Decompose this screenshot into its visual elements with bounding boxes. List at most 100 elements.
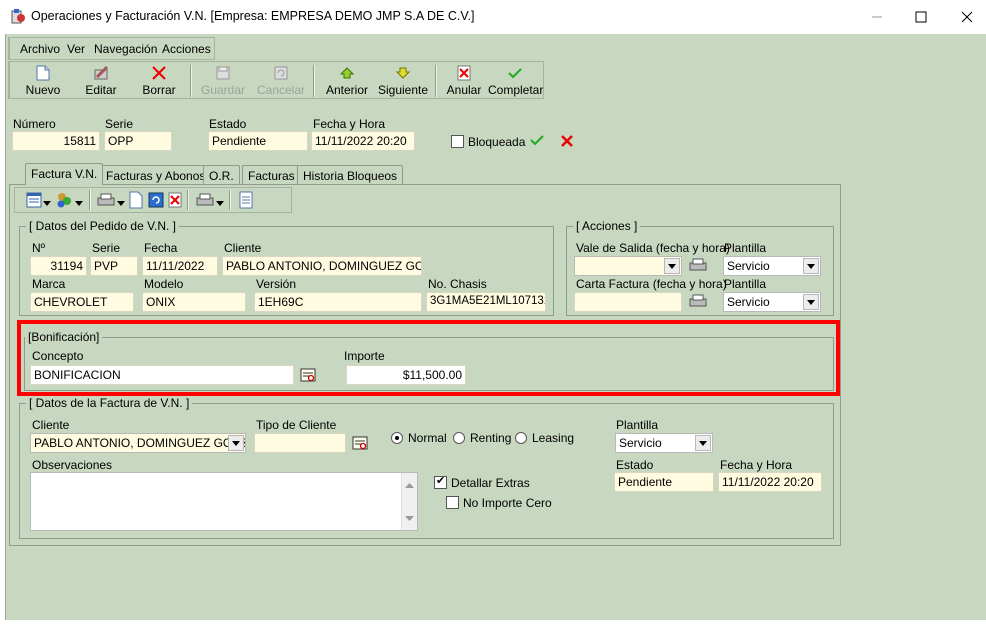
editar-button[interactable]: Editar	[78, 64, 124, 98]
pedido-cliente-label: Cliente	[224, 241, 262, 255]
completar-button[interactable]: Completar	[488, 64, 543, 98]
scroll-up-icon[interactable]	[405, 478, 414, 492]
nuevo-button[interactable]: Nuevo	[20, 64, 66, 98]
carta-factura-label: Carta Factura (fecha y hora)	[576, 277, 727, 291]
fecha-hora-field[interactable]: 11/11/2022 20:20	[311, 131, 415, 151]
factura-plantilla-combo[interactable]: Servicio	[615, 433, 713, 453]
menu-archivo[interactable]: Archivo	[20, 42, 60, 56]
confirm-check-icon[interactable]	[530, 134, 544, 149]
close-button[interactable]	[944, 0, 986, 34]
print-icon[interactable]	[689, 294, 707, 311]
carta-factura-field[interactable]	[574, 292, 682, 312]
radio-renting[interactable]	[453, 432, 465, 444]
cancel-x-icon[interactable]	[560, 134, 574, 151]
pedido-no-field[interactable]: 31194	[30, 256, 87, 276]
chevron-down-icon[interactable]	[803, 294, 819, 310]
radio-leasing-label: Leasing	[532, 431, 575, 445]
chevron-down-icon[interactable]	[695, 435, 711, 451]
document-icon[interactable]	[129, 191, 143, 212]
factura-cliente-combo[interactable]: PABLO ANTONIO, DOMINGUEZ GONZ	[30, 433, 246, 453]
toolbar-separator	[229, 190, 231, 210]
lookup-icon[interactable]	[300, 367, 316, 386]
chevron-down-icon[interactable]	[216, 196, 224, 210]
tipo-cliente-field[interactable]	[254, 433, 346, 453]
people-icon[interactable]	[55, 191, 73, 212]
guardar-button[interactable]: Guardar	[200, 64, 246, 98]
report-icon[interactable]	[239, 191, 253, 212]
delete-document-icon[interactable]	[168, 192, 182, 211]
lookup-icon[interactable]	[352, 435, 368, 454]
detallar-extras-checkbox[interactable]	[434, 474, 447, 489]
delete-x-icon	[136, 64, 182, 82]
tab-facturas[interactable]: Facturas	[242, 165, 301, 185]
refresh-icon[interactable]	[148, 192, 164, 211]
bloqueada-checkbox[interactable]	[451, 135, 464, 148]
plantilla1-combo[interactable]: Servicio	[723, 256, 821, 276]
radio-leasing[interactable]	[515, 432, 527, 444]
print-icon[interactable]	[689, 258, 707, 275]
menu-acciones[interactable]: Acciones	[162, 42, 211, 56]
menu-ver[interactable]: Ver	[67, 42, 85, 56]
chevron-down-icon[interactable]	[75, 196, 83, 210]
marca-field[interactable]: CHEVROLET	[30, 292, 134, 312]
modelo-label: Modelo	[144, 277, 184, 291]
menu-navegacion[interactable]: Navegación	[94, 42, 157, 56]
minimize-button[interactable]	[854, 0, 900, 34]
chevron-down-icon[interactable]	[43, 196, 51, 210]
no-importe-cero-checkbox[interactable]	[446, 496, 459, 509]
chevron-down-icon[interactable]	[117, 196, 125, 210]
factura-estado-field[interactable]: Pendiente	[614, 472, 714, 492]
tab-factura-vn[interactable]: Factura V.N.	[25, 163, 104, 185]
borrar-button[interactable]: Borrar	[136, 64, 182, 98]
bloqueada-label: Bloqueada	[468, 135, 526, 149]
serie-label: Serie	[105, 117, 134, 131]
concepto-label: Concepto	[32, 349, 84, 363]
modelo-field[interactable]: ONIX	[142, 292, 246, 312]
pedido-group-title: [ Datos del Pedido de V.N. ]	[26, 219, 179, 233]
factura-plantilla-value: Servicio	[619, 436, 662, 450]
siguiente-label: Siguiente	[378, 83, 429, 97]
radio-renting-label: Renting	[470, 431, 512, 445]
inner-toolbar	[14, 187, 292, 213]
check-icon	[488, 64, 542, 82]
pedido-cliente-field[interactable]: PABLO ANTONIO, DOMINGUEZ GONZA	[222, 256, 422, 276]
tab-facturas-abonos[interactable]: Facturas y Abonos	[100, 165, 212, 185]
pedido-fecha-field[interactable]: 11/11/2022	[142, 256, 218, 276]
anular-button[interactable]: Anular	[444, 64, 484, 98]
menu-bar: Archivo Ver Navegación Acciones	[8, 37, 215, 60]
pedido-no-label: Nº	[32, 241, 46, 255]
print-icon[interactable]	[196, 193, 214, 210]
plantilla2-combo[interactable]: Servicio	[723, 292, 821, 312]
serie-field[interactable]: OPP	[104, 131, 172, 151]
importe-field[interactable]: $11,500.00	[346, 365, 466, 385]
anterior-button[interactable]: Anterior	[322, 64, 372, 98]
marca-label: Marca	[32, 277, 66, 291]
pedido-serie-field[interactable]: PVP	[90, 256, 138, 276]
view-list-icon[interactable]	[26, 192, 42, 211]
print-icon[interactable]	[97, 193, 115, 210]
chevron-down-icon[interactable]	[664, 258, 680, 274]
tab-or[interactable]: O.R.	[203, 165, 240, 185]
factura-plantilla-label: Plantilla	[616, 418, 659, 432]
tab-historia-bloqueos[interactable]: Historia Bloqueos	[297, 165, 404, 185]
cancelar-button[interactable]: Cancelar	[256, 64, 306, 98]
factura-cliente-label: Cliente	[32, 418, 70, 432]
scroll-down-icon[interactable]	[405, 511, 414, 525]
estado-field[interactable]: Pendiente	[208, 131, 308, 151]
arrow-down-icon	[378, 64, 428, 82]
concepto-field[interactable]: BONIFICACION	[30, 365, 294, 385]
version-field[interactable]: 1EH69C	[254, 292, 422, 312]
observaciones-scrollbar[interactable]	[401, 473, 417, 530]
chevron-down-icon[interactable]	[228, 435, 244, 451]
new-document-icon	[20, 64, 66, 82]
factura-fecha-field[interactable]: 11/11/2022 20:20	[718, 472, 822, 492]
numero-field[interactable]: 15811	[12, 131, 100, 151]
radio-normal[interactable]	[391, 432, 403, 444]
siguiente-button[interactable]: Siguiente	[378, 64, 428, 98]
vale-salida-combo[interactable]	[574, 256, 682, 276]
chevron-down-icon[interactable]	[803, 258, 819, 274]
toolbar-separator	[435, 65, 437, 97]
observaciones-textarea[interactable]	[30, 472, 418, 531]
chasis-field[interactable]: 3G1MA5E21ML107131	[426, 292, 546, 312]
maximize-button[interactable]	[898, 0, 944, 34]
